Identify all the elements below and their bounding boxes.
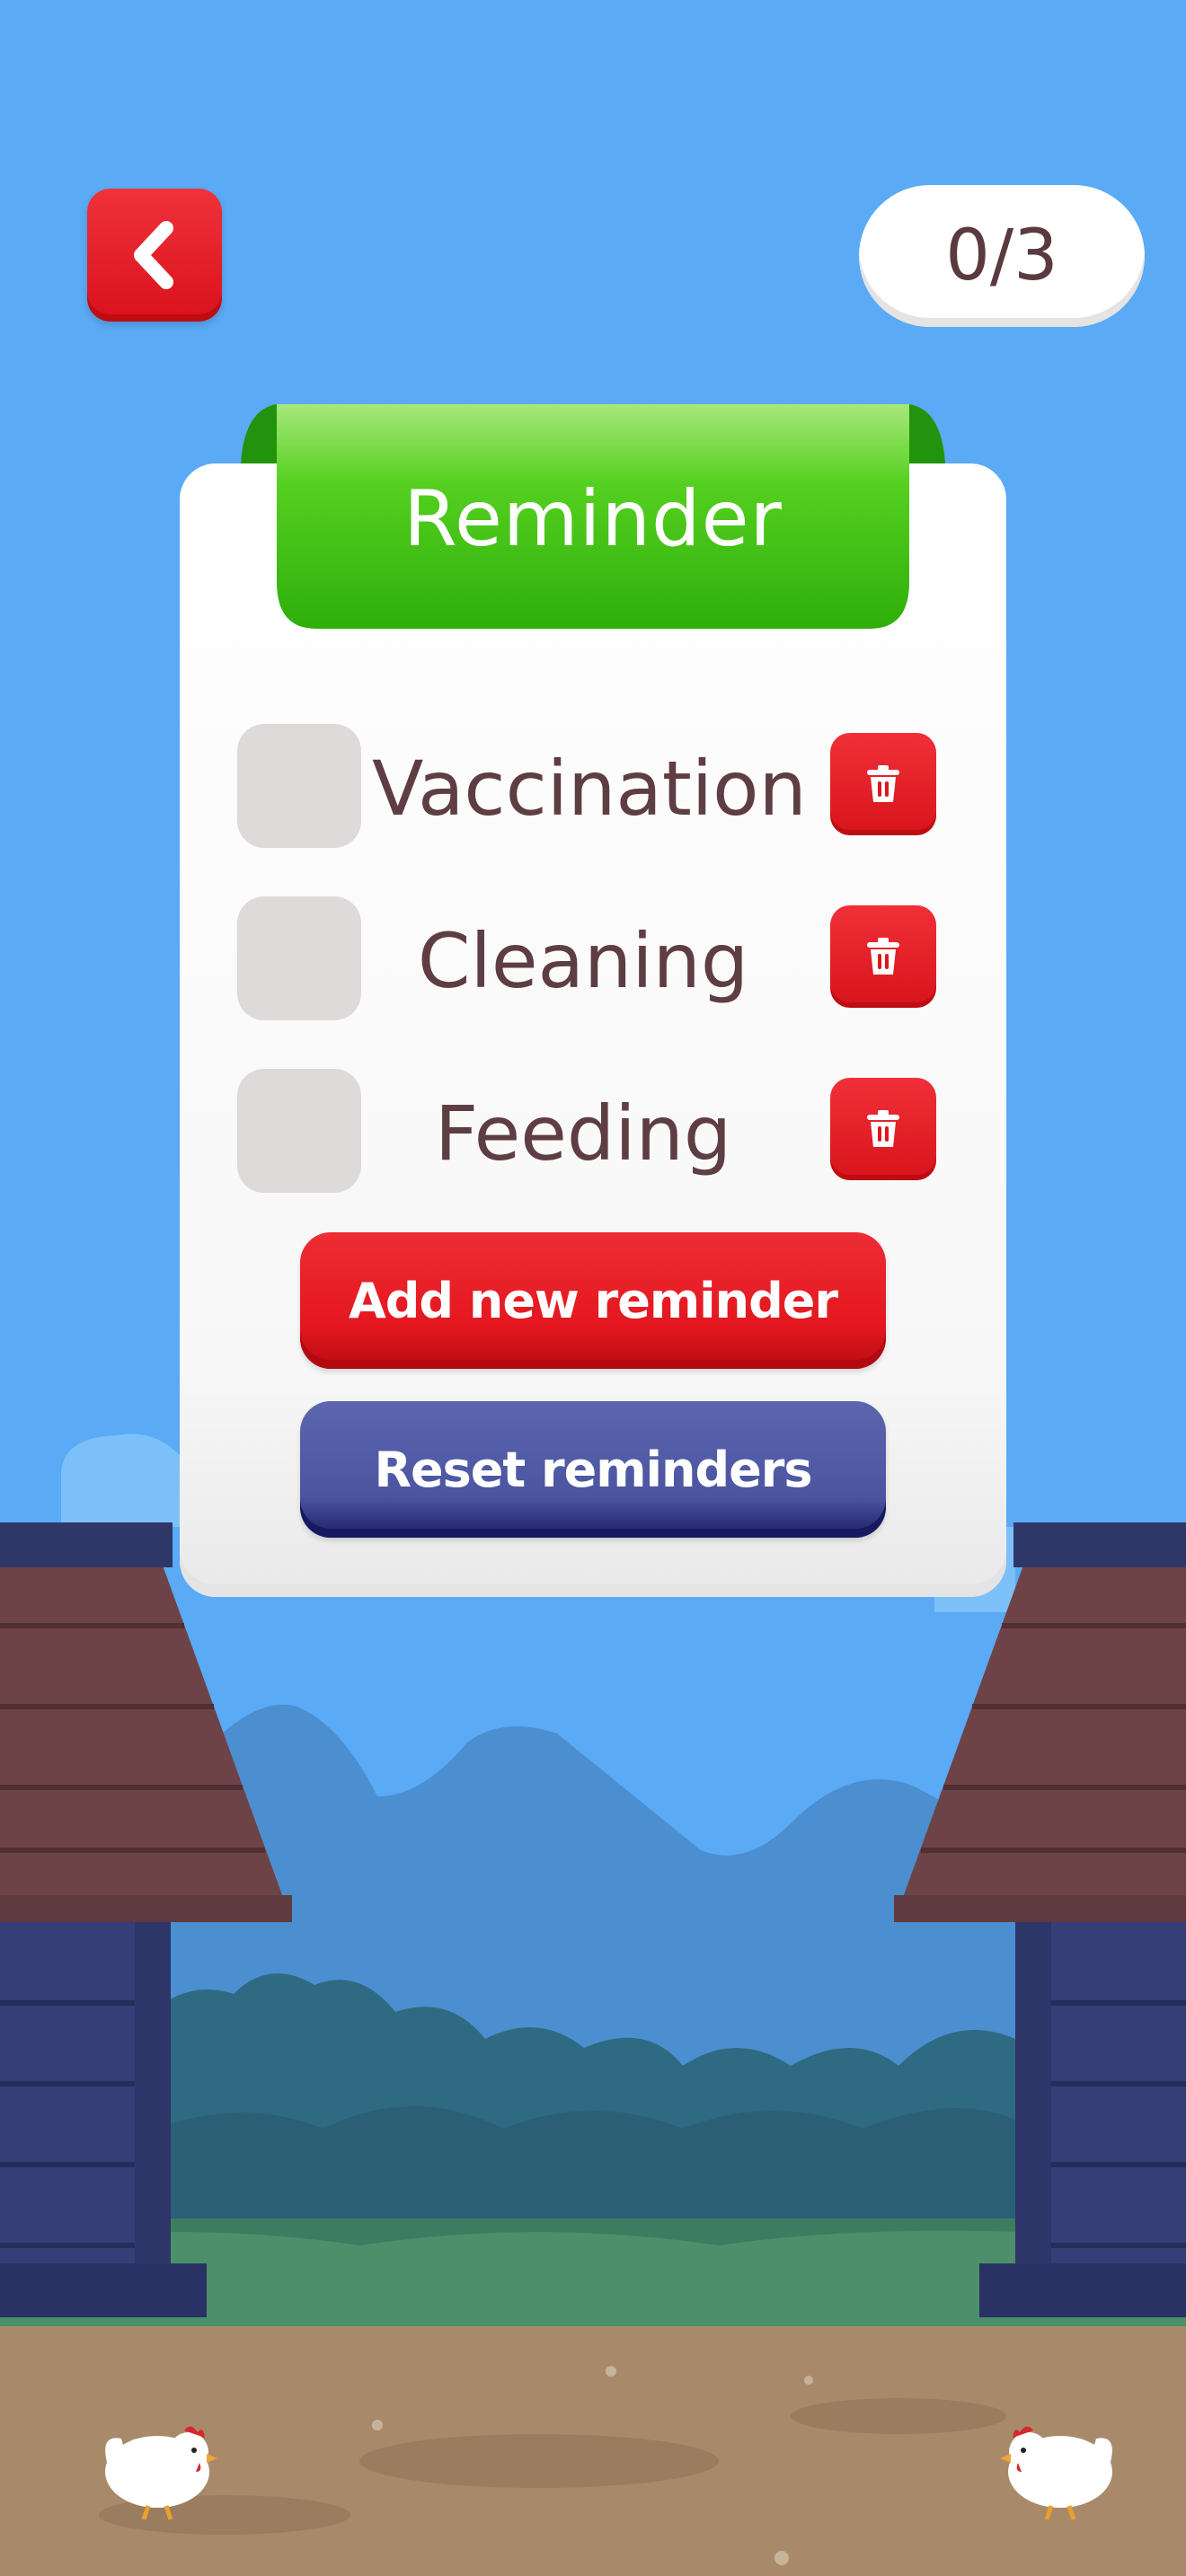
reminder-label: Cleaning [417,917,749,1005]
delete-reminder-button[interactable] [830,1078,936,1180]
reset-reminders-button[interactable]: Reset reminders [300,1401,886,1538]
reminder-row: Vaccination [237,724,938,850]
progress-counter: 0/3 [859,185,1145,327]
trash-icon [867,938,899,975]
reminder-label: Feeding [434,1090,732,1178]
reminder-checkbox[interactable] [237,896,361,1020]
delete-reminder-button[interactable] [830,733,936,835]
trash-icon [867,765,899,802]
reminder-checkbox[interactable] [237,1069,361,1193]
add-reminder-button[interactable]: Add new reminder [300,1232,886,1369]
back-button[interactable] [87,189,222,322]
delete-reminder-button[interactable] [830,905,936,1008]
chevron-left-icon [134,221,173,289]
card-title: Reminder [403,474,783,564]
reminder-row: Cleaning [237,896,938,1022]
reminder-label: Vaccination [372,745,807,833]
reminder-row: Feeding [237,1069,938,1195]
reminder-checkbox[interactable] [237,724,361,848]
reminder-banner: Reminder [241,402,945,629]
trash-icon [867,1110,899,1147]
